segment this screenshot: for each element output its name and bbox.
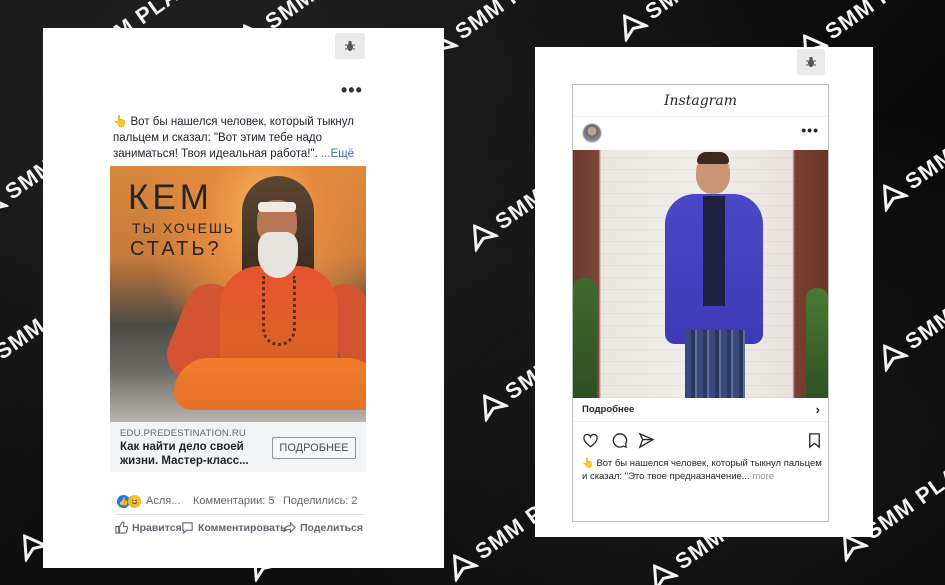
brand-watermark-text: SMM PLANNER (900, 74, 945, 195)
haha-reaction-icon: 😆 (128, 494, 141, 508)
comment-icon (182, 522, 193, 534)
chevron-right-icon: › (815, 402, 820, 417)
arrow-logo-icon (482, 393, 511, 425)
post-options-icon[interactable]: ••• (801, 122, 819, 138)
arrow-logo-icon (882, 343, 911, 375)
comment-label: Комментировать (198, 521, 287, 534)
shares-count[interactable]: Поделились: 2 (283, 495, 358, 507)
link-domain: EDU.PREDESTINATION.RU (120, 428, 246, 439)
brand-watermark: SMM PLANNER (872, 233, 945, 376)
arrow-logo-icon (452, 553, 481, 585)
see-more-link[interactable]: more (752, 471, 774, 482)
arrow-logo-icon (472, 223, 501, 255)
action-bar (582, 432, 822, 450)
post-options-icon[interactable]: ••• (341, 80, 363, 101)
image-figure-part (258, 232, 298, 278)
share-button[interactable]: Поделиться (283, 521, 363, 534)
brand-watermark-text: SMM PLANNER (860, 423, 945, 545)
caption-text: 👆 Вот бы нашелся человек, который тыкнул… (582, 458, 822, 482)
heart-icon[interactable] (582, 432, 599, 449)
thumbs-up-icon (115, 521, 128, 534)
bug-icon (345, 40, 355, 51)
divider (115, 514, 365, 515)
link-preview[interactable]: EDU.PREDESTINATION.RU Как найти дело сво… (110, 422, 366, 472)
instagram-post-preview: Instagram ••• Подробнее › 👆 Вот бы нашел… (535, 47, 873, 537)
brand-watermark: SMM PLANNER (612, 0, 799, 45)
post-image[interactable] (573, 150, 828, 398)
comment-button[interactable]: Комментировать (181, 521, 287, 534)
comments-count[interactable]: Комментарии: 5 (193, 495, 275, 507)
learn-more-button[interactable]: ПОДРОБНЕЕ (272, 437, 356, 459)
brand-watermark-text: SMM PLANNER (900, 234, 945, 355)
avatar[interactable] (582, 123, 602, 143)
brand-watermark-text: SMM PLANNER (450, 0, 608, 45)
post-image[interactable]: КЕМ ТЫ ХОЧЕШЬ СТАТЬ? (110, 166, 366, 422)
image-subheadline: ТЫ ХОЧЕШЬ (132, 220, 235, 236)
image-background-part (573, 278, 597, 398)
image-figure-part (262, 276, 296, 346)
see-more-link[interactable]: ...Ещё (321, 148, 354, 160)
reaction-names[interactable]: Асля... (146, 495, 180, 507)
debug-button[interactable] (335, 33, 365, 59)
facebook-post-preview: ••• 👆 Вот бы нашелся человек, который ты… (43, 28, 444, 568)
post-actions: Нравится Комментировать Поделиться (115, 521, 367, 537)
comment-icon[interactable] (611, 432, 628, 449)
bug-icon (806, 56, 816, 67)
image-headline: КЕМ (128, 178, 213, 217)
post-caption: 👆 Вот бы нашелся человек, который тыкнул… (582, 457, 822, 483)
arrow-logo-icon (622, 13, 651, 45)
instagram-frame: Instagram ••• Подробнее › 👆 Вот бы нашел… (572, 84, 829, 522)
post-text-body: 👆 Вот бы нашелся человек, который тыкнул… (113, 116, 354, 160)
bookmark-icon[interactable] (806, 432, 823, 449)
share-label: Поделиться (300, 521, 364, 534)
image-figure-part (258, 202, 296, 212)
learn-more-label: Подробнее (582, 404, 635, 415)
like-button[interactable]: Нравится (115, 521, 182, 534)
learn-more-row[interactable]: Подробнее › (573, 398, 828, 422)
image-figure-part (703, 196, 725, 306)
app-title: Instagram (573, 85, 828, 117)
send-icon[interactable] (638, 432, 655, 449)
image-figure-part (174, 358, 366, 410)
image-subheadline: СТАТЬ? (130, 238, 222, 260)
brand-watermark: SMM PLANNER (872, 73, 945, 216)
post-stats: 👍 😆 Асля... Комментарии: 5 Поделились: 2 (117, 493, 362, 509)
brand-watermark-text: SMM PLANNER (640, 0, 798, 25)
arrow-logo-icon (882, 183, 911, 215)
brand-watermark-text: SMM PLANNER (820, 0, 945, 45)
share-icon (283, 521, 296, 534)
image-figure-part (685, 330, 745, 398)
link-title: Как найти дело своей жизни. Мастер-класс… (120, 441, 249, 467)
image-figure-part (697, 152, 729, 164)
post-text: 👆 Вот бы нашелся человек, который тыкнул… (113, 114, 368, 162)
like-label: Нравится (132, 521, 182, 534)
image-background-part (806, 288, 828, 398)
debug-button[interactable] (797, 49, 825, 75)
